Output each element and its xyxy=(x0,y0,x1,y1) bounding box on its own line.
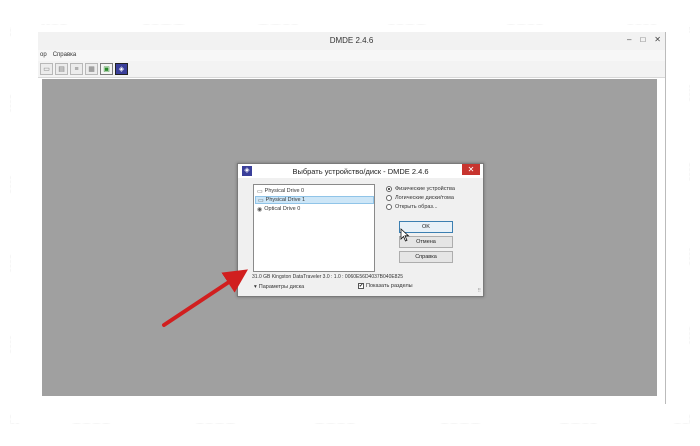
red-arrow-line xyxy=(162,269,249,327)
red-arrow-annotation xyxy=(162,269,249,327)
